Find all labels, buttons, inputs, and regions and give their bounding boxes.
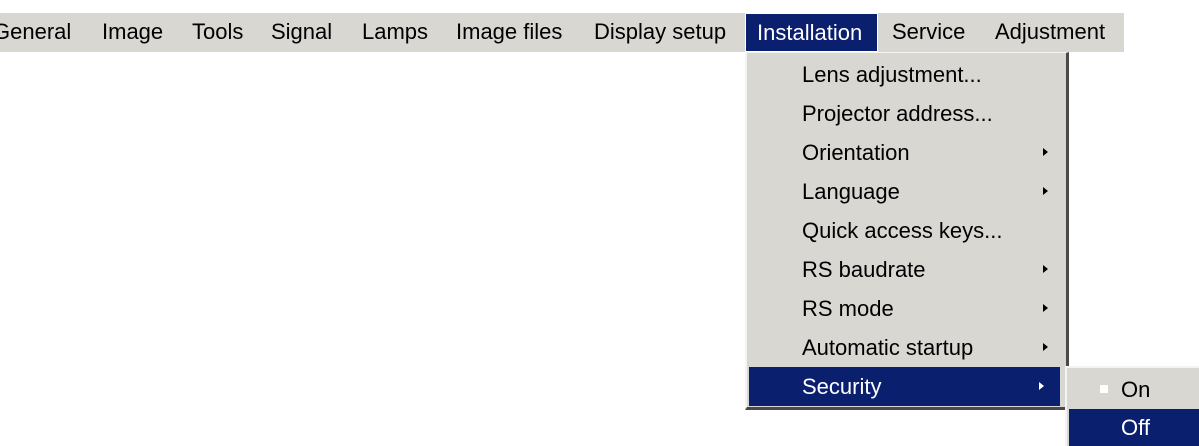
submenu-arrow-icon xyxy=(1043,343,1048,351)
menu-item-rs-baudrate[interactable]: RS baudrate xyxy=(747,250,1064,289)
menu-item-language[interactable]: Language xyxy=(747,172,1064,211)
menu-image[interactable]: Image xyxy=(102,13,163,52)
menu-item-lens-adjustment[interactable]: Lens adjustment... xyxy=(747,55,1064,94)
menu-item-label: Lens adjustment... xyxy=(802,62,982,87)
checkbox-icon xyxy=(1100,385,1108,393)
menu-item-security[interactable]: Security xyxy=(749,367,1060,406)
menu-item-quick-access-keys[interactable]: Quick access keys... xyxy=(747,211,1064,250)
menu-item-projector-address[interactable]: Projector address... xyxy=(747,94,1064,133)
menu-display-setup[interactable]: Display setup xyxy=(594,13,726,52)
menu-bar: General Image Tools Signal Lamps Image f… xyxy=(0,13,1124,52)
menu-lamps[interactable]: Lamps xyxy=(362,13,428,52)
security-option-label: Off xyxy=(1121,415,1150,440)
security-option-off[interactable]: Off xyxy=(1069,409,1199,446)
menu-adjustment[interactable]: Adjustment xyxy=(995,13,1105,52)
security-option-label: On xyxy=(1121,377,1151,402)
menu-item-label: Language xyxy=(802,179,900,204)
menu-item-label: RS mode xyxy=(802,296,894,321)
security-option-on[interactable]: On xyxy=(1069,371,1199,408)
submenu-arrow-icon xyxy=(1043,304,1048,312)
menu-item-label: Orientation xyxy=(802,140,910,165)
menu-signal[interactable]: Signal xyxy=(271,13,332,52)
submenu-arrow-icon xyxy=(1043,265,1048,273)
submenu-arrow-icon xyxy=(1043,148,1048,156)
menu-general[interactable]: General xyxy=(0,13,71,52)
menu-item-label: RS baudrate xyxy=(802,257,926,282)
security-submenu: On Off xyxy=(1065,366,1199,446)
menu-image-files[interactable]: Image files xyxy=(456,13,562,52)
menu-item-label: Automatic startup xyxy=(802,335,974,360)
menu-tools[interactable]: Tools xyxy=(192,13,243,52)
submenu-arrow-icon xyxy=(1039,382,1044,390)
menu-item-rs-mode[interactable]: RS mode xyxy=(747,289,1064,328)
menu-item-label: Projector address... xyxy=(802,101,993,126)
submenu-arrow-icon xyxy=(1043,187,1048,195)
menu-item-label: Quick access keys... xyxy=(802,218,1003,243)
menu-item-label: Security xyxy=(802,374,882,399)
installation-dropdown: Lens adjustment... Projector address... … xyxy=(745,52,1069,410)
menu-item-automatic-startup[interactable]: Automatic startup xyxy=(747,328,1064,367)
menu-installation[interactable]: Installation xyxy=(745,13,878,52)
menu-service[interactable]: Service xyxy=(892,13,965,52)
menu-item-orientation[interactable]: Orientation xyxy=(747,133,1064,172)
